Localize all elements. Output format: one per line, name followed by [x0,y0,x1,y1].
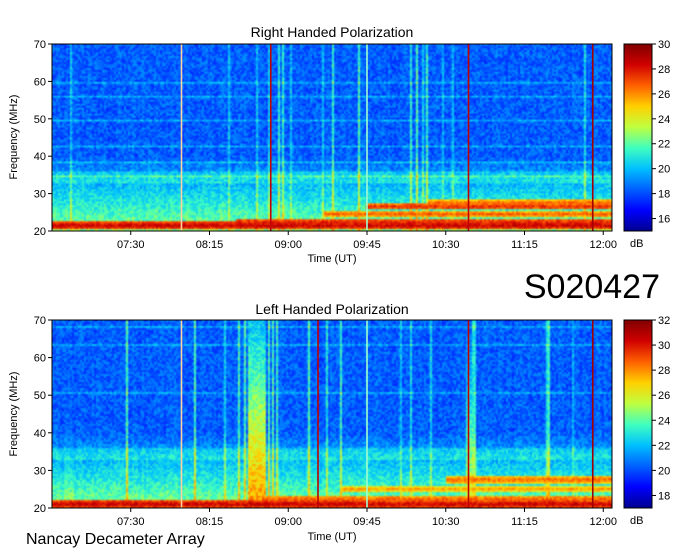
y-tick-label: 40 [34,151,46,163]
y-tick-label: 70 [34,39,46,51]
colorbar-tick-label: 32 [658,315,670,327]
x-tick-label: 09:00 [274,239,302,251]
spectrogram-image [52,44,612,231]
colorbar-tick-label: 18 [658,490,670,502]
colorbar-ticks: 18 20 22 24 26 28 30 32 [652,315,670,502]
x-tick-label: 08:15 [196,239,224,251]
y-tick-label: 50 [34,390,46,402]
x-axis-ticks: 07:30 08:15 09:00 09:45 10:30 11:15 12:00 [117,508,617,528]
x-axis-ticks: 07:30 08:15 09:00 09:45 10:30 11:15 12:00 [117,231,617,251]
colorbar-gradient [623,43,653,232]
colorbar-tick-label: 28 [658,64,670,76]
colorbar-tick-label: 24 [658,415,670,427]
colorbar-tick-label: 26 [658,390,670,402]
colorbar: 18 20 22 24 26 28 30 32 dB [623,315,670,527]
x-tick-label: 11:15 [511,239,538,251]
y-tick-label: 50 [34,114,46,126]
right-polarization-panel: Right Handed Polarization 20 30 40 50 60 70 0… [8,24,670,265]
colorbar-label: dB [630,515,643,527]
chart-title: Left Handed Polarization [255,301,408,317]
colorbar-tick-label: 22 [658,139,670,151]
y-tick-label: 40 [34,428,46,440]
spectrogram-image [52,320,612,508]
colorbar-tick-label: 22 [658,440,670,452]
colorbar-tick-label: 16 [658,214,670,226]
x-tick-label: 12:00 [589,516,617,528]
colorbar-label: dB [630,238,643,250]
x-tick-label: 12:00 [589,239,617,251]
y-axis-label: Frequency (MHz) [8,372,20,457]
x-axis-label: Time (UT) [307,253,356,265]
x-tick-label: 07:30 [117,516,145,528]
spectrogram-area [51,319,613,509]
y-tick-label: 30 [34,465,46,477]
y-tick-label: 30 [34,189,46,201]
y-tick-label: 60 [34,76,46,88]
colorbar-tick-label: 20 [658,164,670,176]
y-axis-label: Frequency (MHz) [8,95,20,180]
colorbar-tick-label: 30 [658,340,670,352]
colorbar-ticks: 16 18 20 22 24 26 28 30 [652,39,670,226]
y-tick-label: 70 [34,315,46,327]
y-tick-label: 60 [34,353,46,365]
colorbar: 16 18 20 22 24 26 28 30 dB [623,39,670,250]
colorbar-tick-label: 24 [658,114,670,126]
x-tick-label: 10:30 [432,239,460,251]
instrument-credit: Nancay Decameter Array [26,531,205,548]
y-axis-ticks: 20 30 40 50 60 70 [34,39,52,238]
x-tick-label: 09:45 [353,239,381,251]
y-tick-label: 20 [34,503,46,515]
x-tick-label: 09:00 [274,516,302,528]
colorbar-gradient [623,319,653,509]
observation-code: S020427 [524,268,660,306]
chart-title: Right Handed Polarization [251,24,414,40]
x-tick-label: 11:15 [511,516,538,528]
spectrogram-area [51,43,613,232]
x-tick-label: 07:30 [117,239,145,251]
x-axis-label: Time (UT) [307,531,356,543]
x-tick-label: 08:15 [196,516,224,528]
x-tick-label: 10:30 [432,516,460,528]
colorbar-tick-label: 18 [658,189,670,201]
y-tick-label: 20 [34,226,46,238]
x-tick-label: 09:45 [353,516,381,528]
colorbar-tick-label: 20 [658,465,670,477]
left-polarization-panel: Left Handed Polarization 20 30 40 50 60 70 07… [8,301,670,543]
colorbar-tick-label: 30 [658,39,670,51]
colorbar-tick-label: 26 [658,89,670,101]
colorbar-tick-label: 28 [658,365,670,377]
spectrogram-figure: Right Handed Polarization 20 30 40 50 60 70 0… [8,24,670,548]
y-axis-ticks: 20 30 40 50 60 70 [34,315,52,515]
